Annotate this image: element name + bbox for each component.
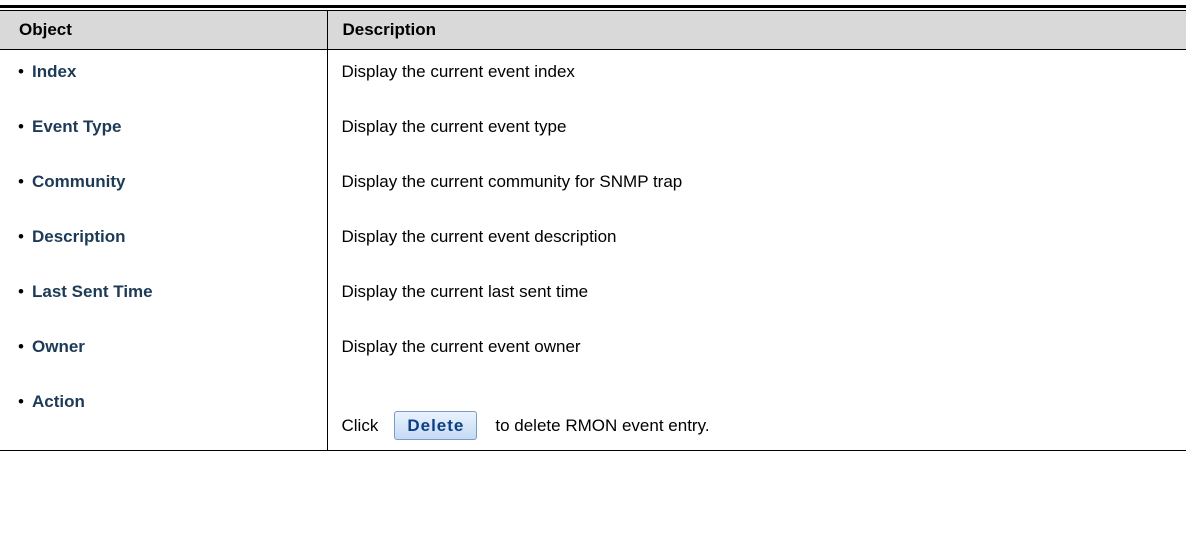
- table-row: • Last Sent Time Display the current last…: [0, 269, 1186, 325]
- bullet-icon: •: [18, 391, 24, 411]
- object-description-table-container: Object Description • Index Display the cu…: [0, 5, 1186, 451]
- table-row-action: • Action Click Delete to delete RMON event …: [0, 379, 1186, 451]
- table-row: • Index Display the current event index: [0, 49, 1186, 105]
- bullet-icon: •: [18, 281, 24, 301]
- description-cell: Display the current event type: [341, 116, 567, 136]
- object-name: Description: [32, 226, 126, 246]
- object-name: Index: [32, 62, 77, 81]
- description-cell: Display the current event owner: [341, 336, 581, 356]
- description-cell: Display the current event index: [341, 62, 575, 81]
- object-description-table: Object Description • Index Display the cu…: [0, 11, 1186, 451]
- object-name: Owner: [32, 336, 85, 356]
- table-row: • Description Display the current event d…: [0, 214, 1186, 270]
- table-row: • Community Display the current community…: [0, 159, 1186, 215]
- object-cell: • Index: [0, 49, 328, 105]
- header-object: Object: [0, 11, 328, 50]
- table-row: • Owner Display the current event owner: [0, 324, 1186, 380]
- description-cell: Display the current last sent time: [341, 281, 589, 301]
- object-name: Last Sent Time: [32, 281, 153, 301]
- object-cell: • Last Sent Time: [0, 269, 328, 325]
- description-cell: Display the current event description: [341, 226, 617, 246]
- table-row: • Event Type Display the current event ty…: [0, 104, 1186, 160]
- object-name: Event Type: [32, 116, 122, 136]
- delete-button[interactable]: Delete: [394, 410, 478, 440]
- bullet-icon: •: [18, 226, 24, 246]
- table-header-row: Object Description: [0, 11, 1186, 50]
- bullet-icon: •: [18, 116, 24, 136]
- bullet-icon: •: [18, 62, 24, 81]
- bullet-icon: •: [18, 336, 24, 356]
- object-cell: • Action: [0, 379, 328, 451]
- description-cell: Display the current community for SNMP t…: [341, 171, 683, 191]
- object-cell: • Owner: [0, 324, 328, 380]
- object-name: Action: [32, 391, 85, 411]
- object-cell: • Community: [0, 159, 328, 215]
- action-suffix: to delete RMON event entry.: [495, 415, 710, 435]
- bullet-icon: •: [18, 171, 24, 191]
- description-cell: Click Delete to delete RMON event entry.: [327, 379, 1186, 451]
- object-cell: • Event Type: [0, 104, 328, 160]
- object-cell: • Description: [0, 214, 328, 270]
- action-prefix: Click: [341, 415, 379, 435]
- header-description: Description: [327, 11, 1186, 50]
- object-name: Community: [32, 171, 126, 191]
